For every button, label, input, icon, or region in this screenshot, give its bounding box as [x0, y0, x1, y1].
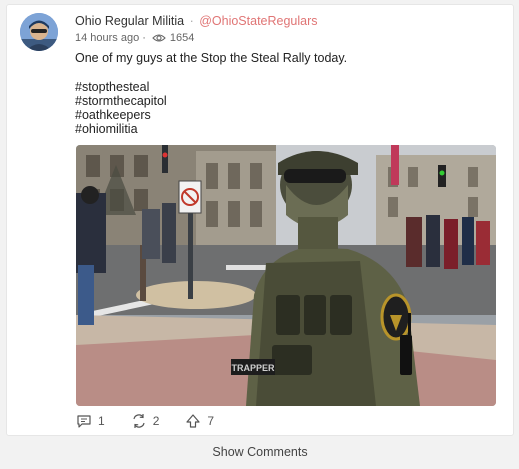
eye-icon: [152, 33, 166, 43]
repost-count: 2: [152, 414, 160, 428]
author-name[interactable]: Ohio Regular Militia: [75, 14, 184, 28]
repost-button[interactable]: 2: [131, 413, 160, 429]
upvote-count: 7: [207, 414, 215, 428]
hashtag[interactable]: #oathkeepers: [75, 108, 167, 122]
comment-count: 1: [98, 414, 105, 428]
upvote-icon: [185, 413, 201, 429]
avatar[interactable]: [20, 13, 58, 51]
separator: ·: [142, 32, 146, 44]
separator: ·: [189, 14, 194, 28]
hashtag[interactable]: #stopthesteal: [75, 80, 167, 94]
avatar-image: [20, 13, 58, 51]
hashtag[interactable]: #stormthecapitol: [75, 94, 167, 108]
author-line: Ohio Regular Militia · @OhioStateRegular…: [75, 14, 318, 28]
comment-icon: [76, 413, 92, 429]
view-count: 1654: [169, 32, 195, 44]
repost-icon: [131, 413, 147, 429]
post-text: One of my guys at the Stop the Steal Ral…: [75, 51, 348, 65]
author-handle[interactable]: @OhioStateRegulars: [199, 14, 317, 28]
post-meta: 14 hours ago · 1654: [75, 32, 194, 44]
post-photo[interactable]: TRAPPER: [76, 145, 496, 406]
show-comments-button[interactable]: Show Comments: [6, 438, 514, 466]
upvote-button[interactable]: 7: [185, 413, 214, 429]
post-card: Ohio Regular Militia · @OhioStateRegular…: [6, 4, 514, 436]
timestamp[interactable]: 14 hours ago: [75, 32, 139, 44]
hashtag-list: #stopthesteal #stormthecapitol #oathkeep…: [75, 80, 167, 136]
hashtag[interactable]: #ohiomilitia: [75, 122, 167, 136]
name-tape: TRAPPER: [231, 363, 275, 373]
action-bar: 1 2 7: [76, 413, 240, 429]
comment-button[interactable]: 1: [76, 413, 105, 429]
